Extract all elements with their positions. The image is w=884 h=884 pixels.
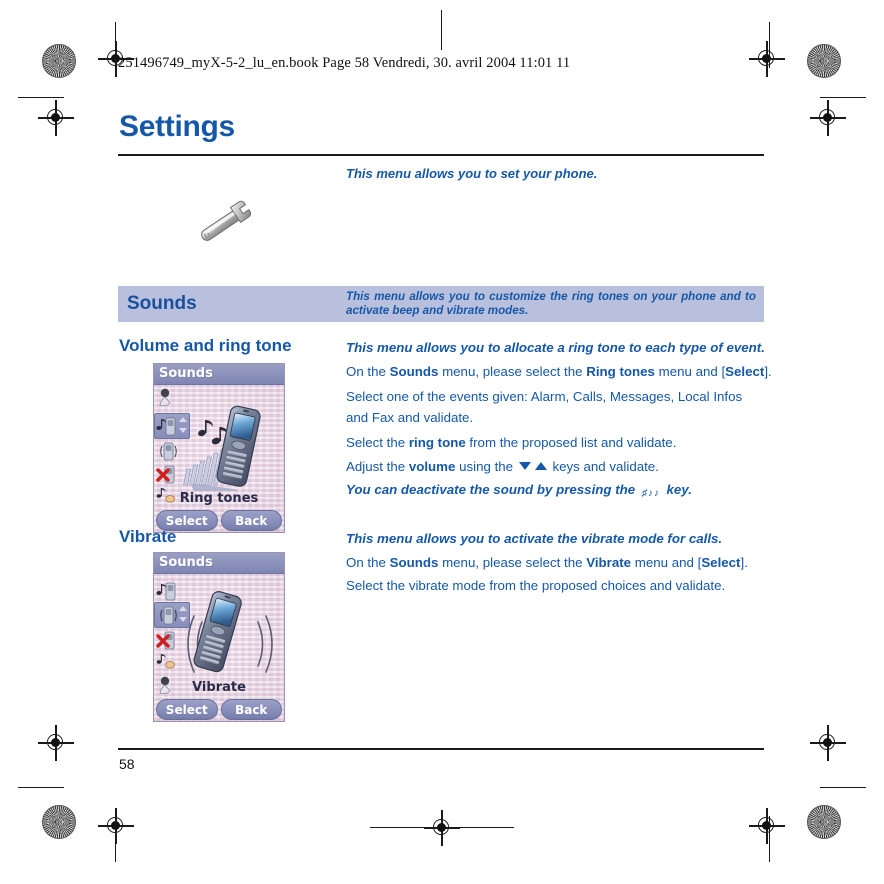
ring-tone-icon[interactable] [156, 580, 180, 602]
trim-rule-v-top-left [115, 22, 117, 68]
star-target-mark-top-right [807, 44, 841, 78]
body-line-vibrate-intro: This menu allows you to activate the vib… [346, 531, 723, 546]
section-title: Sounds [127, 293, 197, 314]
scroll-down-icon[interactable] [179, 428, 187, 433]
softkey-select[interactable]: Select [156, 699, 218, 720]
phone-screenshot-vibrate: Sounds Vibrate Select Back [153, 552, 285, 722]
body-line-intro: This menu allows you to allocate a ring … [346, 340, 765, 355]
trim-rule-h-left-top [18, 97, 64, 99]
scroll-up-icon[interactable] [179, 606, 187, 611]
mute-icon[interactable] [156, 463, 180, 485]
trim-rule-h-bottom-center-left [370, 827, 424, 829]
arrow-up-icon [534, 461, 547, 470]
trim-rule-h-left-bottom [18, 787, 64, 789]
subsection-heading-volume-and-ring-tone: Volume and ring tone [119, 336, 292, 355]
trim-rule-v-top-right [769, 22, 771, 68]
phone-titlebar-label: Sounds [159, 555, 213, 570]
subsection-heading-vibrate: Vibrate [119, 527, 177, 546]
softkey-back[interactable]: Back [220, 699, 282, 720]
microphone-icon [156, 387, 180, 409]
vibrate-icon[interactable] [156, 604, 180, 626]
softkey-back[interactable]: Back [220, 510, 282, 531]
phone-softkey-bar: Select Back [154, 698, 284, 721]
phone-screenshot-ring-tones: Sounds Ring tones Select Back [153, 363, 285, 533]
registration-mark-right-upper [810, 100, 846, 136]
phone-screen-label: Ring tones [179, 491, 259, 506]
trim-rule-v-top-center [441, 10, 443, 50]
beep-icon[interactable] [156, 652, 180, 674]
registration-mark-bottom-left-inner [98, 808, 134, 844]
page-title: Settings [119, 110, 235, 143]
ring-tone-icon[interactable] [156, 415, 180, 437]
star-target-mark-bottom-right [807, 805, 841, 839]
registration-mark-left-upper [38, 100, 74, 136]
trim-rule-v-bottom-left [115, 816, 117, 862]
subsection-body-vibrate: This menu allows you to activate the vib… [346, 527, 766, 598]
vibrate-icon[interactable] [156, 440, 180, 462]
phone-titlebar: Sounds [154, 553, 284, 574]
arrow-down-icon [518, 461, 531, 470]
body-line-vibrate-menu: On the Sounds menu, please select the Vi… [346, 554, 748, 570]
page-number: 58 [119, 756, 135, 772]
scroll-up-icon[interactable] [179, 417, 187, 422]
body-line-volume: Adjust the volume using the keys and val… [346, 458, 659, 474]
body-line-deactivate: You can deactivate the sound by pressing… [346, 478, 766, 506]
registration-mark-bottom-center [424, 810, 460, 846]
phone-screen-label: Vibrate [192, 680, 246, 695]
body-line-sounds-menu: On the Sounds menu, please select the Ri… [346, 363, 772, 379]
subsection-body-volume: This menu allows you to allocate a ring … [346, 336, 772, 506]
registration-mark-bottom-right-inner [749, 808, 785, 844]
body-line-vibrate-select: Select the vibrate mode from the propose… [346, 578, 726, 593]
footer-divider [118, 748, 764, 750]
registration-mark-left-lower [38, 725, 74, 761]
phone-titlebar: Sounds [154, 364, 284, 385]
trim-rule-h-right-bottom [820, 787, 866, 789]
trim-rule-h-bottom-center-right [460, 827, 514, 829]
section-description: This menu allows you to customize the ri… [346, 290, 756, 317]
body-line-ring-tone: Select the ring tone from the proposed l… [346, 435, 677, 450]
phone-titlebar-label: Sounds [159, 366, 213, 381]
chapter-intro-text: This menu allows you to set your phone. [346, 166, 598, 181]
registration-mark-right-lower [810, 725, 846, 761]
document-page: 251496749_myX-5-2_lu_en.book Page 58 Ven… [118, 46, 772, 786]
scroll-down-icon[interactable] [179, 617, 187, 622]
wrench-icon [190, 196, 264, 248]
trim-rule-v-bottom-right [769, 816, 771, 862]
star-target-mark-top-left [42, 44, 76, 78]
body-line-events: Select one of the events given: Alarm, C… [346, 389, 743, 425]
title-divider [118, 154, 764, 156]
book-file-header: 251496749_myX-5-2_lu_en.book Page 58 Ven… [118, 55, 571, 71]
hash-music-key-icon: ♯♪♪ [641, 488, 660, 499]
trim-rule-h-right-top [820, 97, 866, 99]
mute-icon[interactable] [156, 629, 180, 651]
section-header-sounds: Sounds This menu allows you to customize… [118, 286, 764, 322]
star-target-mark-bottom-left [42, 805, 76, 839]
